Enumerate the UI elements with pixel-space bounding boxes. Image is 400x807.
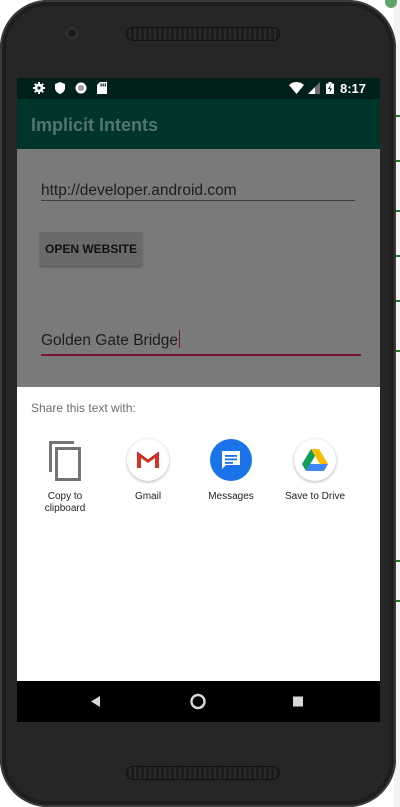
- gmail-icon: [127, 439, 169, 481]
- signal-icon: [308, 82, 320, 94]
- sd-card-icon: [97, 82, 107, 94]
- home-icon[interactable]: [187, 681, 209, 722]
- url-input[interactable]: http://developer.android.com: [41, 182, 237, 200]
- copy-icon: [44, 439, 86, 481]
- share-target-label: Save to Drive: [284, 491, 346, 502]
- share-target-gmail[interactable]: Gmail: [106, 439, 190, 503]
- text-cursor: [179, 330, 181, 348]
- app-bar: Implicit Intents: [17, 99, 380, 149]
- phone-frame: 8:17 Implicit Intents http://developer.a…: [0, 0, 396, 807]
- share-target-label: Copy to clipboard: [44, 491, 86, 514]
- bottom-speaker-grille: [126, 766, 280, 780]
- shield-icon: [55, 82, 65, 94]
- battery-icon: [326, 82, 334, 94]
- location-input[interactable]: Golden Gate Bridge: [41, 330, 181, 350]
- location-input-underline: [41, 354, 361, 356]
- navigation-bar: [17, 681, 380, 722]
- share-target-label: Messages: [208, 491, 254, 502]
- share-target-label: Gmail: [134, 491, 162, 502]
- share-sheet-title: Share this text with:: [31, 401, 136, 415]
- front-camera: [66, 27, 78, 39]
- messages-icon: [210, 439, 252, 481]
- url-input-underline: [41, 200, 355, 201]
- share-target-save-to-drive[interactable]: Save to Drive: [273, 439, 357, 503]
- open-website-button[interactable]: OPEN WEBSITE: [40, 232, 142, 266]
- status-time: 8:17: [339, 81, 366, 96]
- recents-icon[interactable]: [289, 681, 307, 722]
- circle-icon: [75, 82, 87, 94]
- location-input-value: Golden Gate Bridge: [41, 332, 179, 349]
- share-target-messages[interactable]: Messages: [189, 439, 273, 503]
- back-icon[interactable]: [87, 681, 107, 722]
- wifi-icon: [289, 82, 304, 94]
- share-sheet: Share this text with: Copy to clipboard: [17, 387, 380, 681]
- app-title: Implicit Intents: [31, 115, 159, 135]
- device-screen: 8:17 Implicit Intents http://developer.a…: [17, 78, 380, 722]
- gear-icon: [33, 82, 45, 94]
- drive-icon: [294, 439, 336, 481]
- share-target-copy-to-clipboard[interactable]: Copy to clipboard: [23, 439, 107, 515]
- top-speaker-grille: [126, 27, 280, 41]
- status-bar: 8:17: [17, 78, 380, 99]
